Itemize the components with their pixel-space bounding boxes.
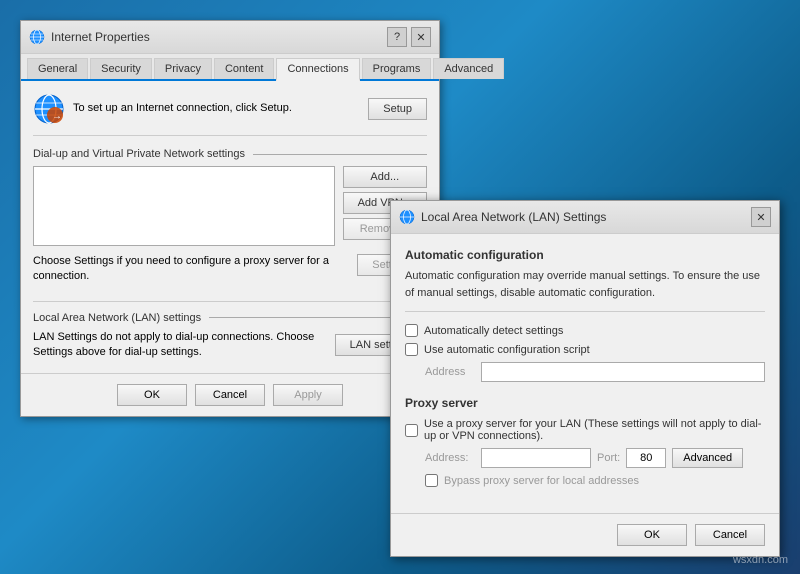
auto-script-label: Use automatic configuration script bbox=[424, 344, 590, 356]
cancel-button[interactable]: Cancel bbox=[195, 384, 265, 406]
add-button[interactable]: Add... bbox=[343, 166, 427, 188]
internet-properties-footer: OK Cancel Apply bbox=[21, 373, 439, 416]
proxy-check-row: Use a proxy server for your LAN (These s… bbox=[405, 418, 765, 442]
internet-properties-dialog: Internet Properties ? ✕ General Security… bbox=[20, 20, 440, 417]
proxy-address-row: Address: Port: Advanced bbox=[425, 448, 765, 468]
proxy-server-heading: Proxy server bbox=[405, 396, 765, 410]
close-button[interactable]: ✕ bbox=[411, 27, 431, 47]
connections-content: → To set up an Internet connection, clic… bbox=[21, 81, 439, 373]
lan-cancel-button[interactable]: Cancel bbox=[695, 524, 765, 546]
tab-general[interactable]: General bbox=[27, 58, 88, 79]
apply-button[interactable]: Apply bbox=[273, 384, 343, 406]
dialup-section-label: Dial-up and Virtual Private Network sett… bbox=[33, 148, 427, 160]
lan-section: Local Area Network (LAN) settings LAN Se… bbox=[33, 301, 427, 361]
lan-settings-dialog: Local Area Network (LAN) Settings ✕ Auto… bbox=[390, 200, 780, 557]
lan-close-button[interactable]: ✕ bbox=[751, 207, 771, 227]
auto-config-desc: Automatic configuration may override man… bbox=[405, 268, 765, 312]
auto-detect-row: Automatically detect settings bbox=[405, 324, 765, 337]
port-input[interactable] bbox=[626, 448, 666, 468]
setup-row: → To set up an Internet connection, clic… bbox=[33, 93, 427, 136]
port-label: Port: bbox=[597, 452, 620, 464]
lan-section-label: Local Area Network (LAN) settings bbox=[33, 312, 427, 324]
bypass-row: Bypass proxy server for local addresses bbox=[425, 474, 765, 487]
lan-dialog-title: Local Area Network (LAN) Settings bbox=[421, 210, 606, 224]
bypass-checkbox[interactable] bbox=[425, 474, 438, 487]
lan-ok-button[interactable]: OK bbox=[617, 524, 687, 546]
lan-titlebar-controls: ✕ bbox=[751, 207, 771, 227]
auto-detect-label: Automatically detect settings bbox=[424, 325, 563, 337]
help-button[interactable]: ? bbox=[387, 27, 407, 47]
proxy-checkbox[interactable] bbox=[405, 424, 418, 437]
address-input[interactable] bbox=[481, 362, 765, 382]
address-row: Address bbox=[425, 362, 765, 382]
auto-detect-checkbox[interactable] bbox=[405, 324, 418, 337]
titlebar-controls: ? ✕ bbox=[387, 27, 431, 47]
tab-security[interactable]: Security bbox=[90, 58, 152, 79]
tab-content[interactable]: Content bbox=[214, 58, 275, 79]
proxy-check-label: Use a proxy server for your LAN (These s… bbox=[424, 418, 765, 442]
proxy-address-label: Address: bbox=[425, 452, 475, 464]
choose-settings-row: Choose Settings if you need to configure… bbox=[33, 254, 427, 285]
vpn-listbox[interactable] bbox=[33, 166, 335, 246]
lan-row: LAN Settings do not apply to dial-up con… bbox=[33, 330, 427, 361]
titlebar-left: Internet Properties bbox=[29, 29, 150, 45]
setup-button[interactable]: Setup bbox=[368, 98, 427, 120]
bypass-label: Bypass proxy server for local addresses bbox=[444, 475, 639, 487]
tab-advanced[interactable]: Advanced bbox=[433, 58, 504, 79]
internet-properties-title: Internet Properties bbox=[51, 30, 150, 44]
proxy-address-input[interactable] bbox=[481, 448, 591, 468]
internet-properties-icon bbox=[29, 29, 45, 45]
lan-dialog-footer: OK Cancel bbox=[391, 513, 779, 556]
vpn-list-area: Add... Add VPN... Remove... bbox=[33, 166, 427, 246]
auto-script-checkbox[interactable] bbox=[405, 343, 418, 356]
tab-connections[interactable]: Connections bbox=[276, 58, 359, 81]
auto-config-heading: Automatic configuration bbox=[405, 248, 765, 262]
svg-text:→: → bbox=[52, 111, 62, 122]
tab-bar: General Security Privacy Content Connect… bbox=[21, 54, 439, 81]
lan-dialog-content: Automatic configuration Automatic config… bbox=[391, 234, 779, 513]
choose-settings-text: Choose Settings if you need to configure… bbox=[33, 254, 349, 285]
ok-button[interactable]: OK bbox=[117, 384, 187, 406]
lan-titlebar: Local Area Network (LAN) Settings ✕ bbox=[391, 201, 779, 234]
setup-text: To set up an Internet connection, click … bbox=[73, 101, 360, 116]
address-label: Address bbox=[425, 366, 475, 378]
tab-programs[interactable]: Programs bbox=[362, 58, 432, 79]
lan-titlebar-left: Local Area Network (LAN) Settings bbox=[399, 209, 606, 225]
lan-text: LAN Settings do not apply to dial-up con… bbox=[33, 330, 327, 361]
watermark: wsxdn.com bbox=[733, 554, 788, 566]
tab-privacy[interactable]: Privacy bbox=[154, 58, 212, 79]
advanced-button[interactable]: Advanced bbox=[672, 448, 743, 468]
internet-properties-titlebar: Internet Properties ? ✕ bbox=[21, 21, 439, 54]
globe-icon: → bbox=[33, 93, 65, 125]
lan-globe-icon bbox=[399, 209, 415, 225]
auto-script-row: Use automatic configuration script bbox=[405, 343, 765, 356]
